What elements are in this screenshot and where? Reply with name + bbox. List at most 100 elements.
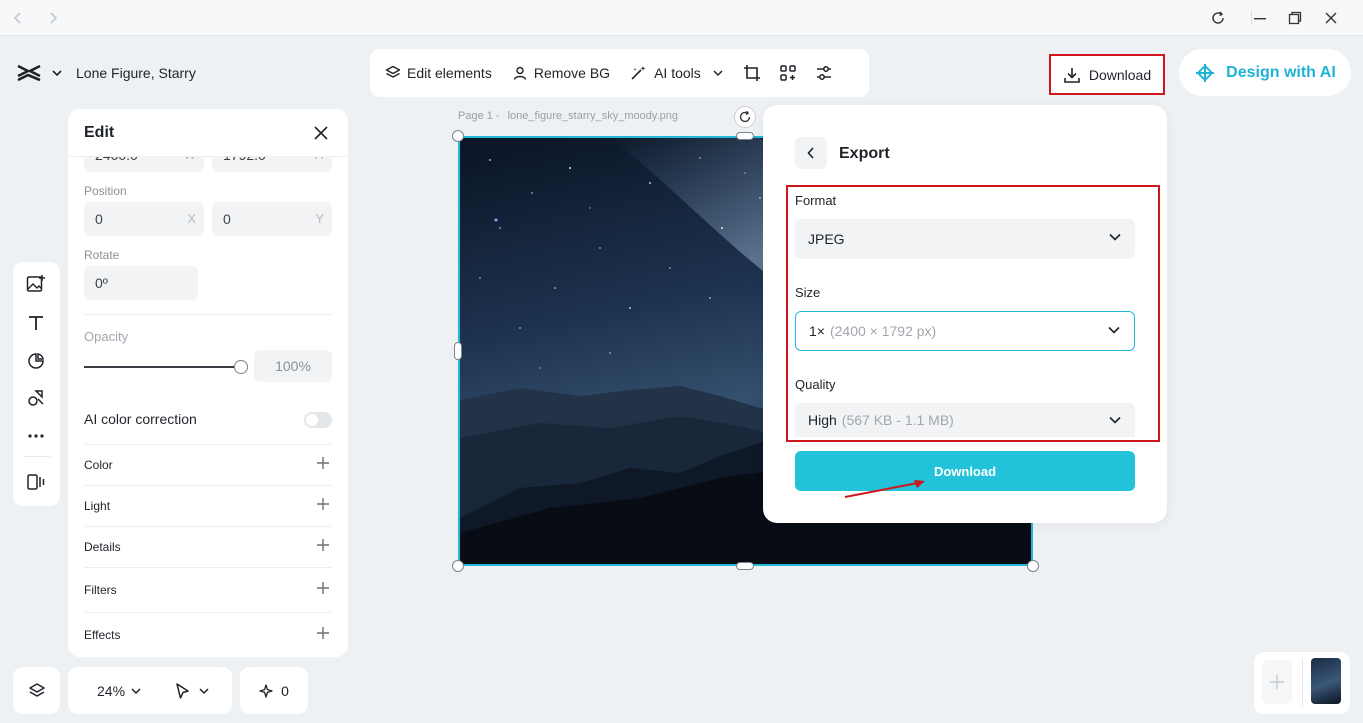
ai-color-correction-label: AI color correction bbox=[84, 411, 197, 427]
size-label: Size bbox=[795, 285, 821, 300]
image-add-icon[interactable] bbox=[25, 273, 47, 295]
back-arrow-icon[interactable] bbox=[8, 8, 28, 28]
filters-section[interactable]: Filters bbox=[84, 583, 117, 597]
export-panel: Export Format JPEG Size 1× (2400 × 1792 … bbox=[763, 105, 1167, 523]
plus-icon[interactable] bbox=[316, 626, 330, 640]
close-icon[interactable] bbox=[312, 124, 330, 142]
color-section[interactable]: Color bbox=[84, 458, 113, 472]
layers-icon bbox=[28, 682, 45, 697]
chevron-down-icon[interactable] bbox=[52, 69, 62, 77]
chevron-left-icon bbox=[807, 147, 814, 159]
left-tool-rail bbox=[13, 262, 60, 506]
elements-shape-icon[interactable] bbox=[25, 350, 47, 372]
pages-panel-icon[interactable] bbox=[25, 471, 47, 493]
layers-icon bbox=[385, 65, 401, 78]
resize-handle-bottom-right[interactable] bbox=[1027, 560, 1039, 572]
opacity-field[interactable]: 100% bbox=[254, 350, 332, 382]
person-icon bbox=[513, 66, 527, 80]
export-title: Export bbox=[839, 145, 890, 162]
opacity-slider-track[interactable] bbox=[84, 366, 240, 368]
restore-icon[interactable] bbox=[1285, 8, 1305, 28]
zoom-level[interactable]: 24% bbox=[97, 683, 125, 699]
design-with-ai-button[interactable]: Design with AI bbox=[1179, 49, 1351, 96]
more-icon[interactable] bbox=[25, 425, 47, 447]
top-toolbar: Edit elements Remove BG AI tools bbox=[370, 49, 869, 97]
sparkle-icon bbox=[259, 683, 273, 698]
chevron-down-icon bbox=[1108, 326, 1120, 334]
chevron-down-icon bbox=[1109, 416, 1121, 424]
forward-arrow-icon[interactable] bbox=[43, 8, 63, 28]
divider bbox=[84, 314, 332, 315]
resize-handle-bottom[interactable] bbox=[736, 562, 754, 570]
thumb-divider bbox=[1302, 658, 1303, 706]
file-name: lone_figure_starry_sky_moody.png bbox=[507, 110, 678, 122]
page-label: Page 1 - lone_figure_starry_sky_moody.png bbox=[458, 110, 678, 122]
pages-thumbnail-panel bbox=[1254, 652, 1350, 714]
pointer-icon[interactable] bbox=[175, 682, 191, 700]
back-button[interactable] bbox=[795, 137, 827, 169]
download-icon bbox=[1064, 67, 1080, 83]
quality-label: Quality bbox=[795, 377, 836, 392]
refresh-icon[interactable] bbox=[1208, 8, 1228, 28]
width-field[interactable]: 2400.0 W bbox=[84, 157, 204, 172]
position-label: Position bbox=[84, 184, 127, 198]
scan-grid-icon[interactable] bbox=[779, 59, 797, 87]
plus-icon[interactable] bbox=[316, 581, 330, 595]
ai-credits-button[interactable]: 0 bbox=[240, 667, 308, 714]
chevron-down-icon[interactable] bbox=[199, 687, 209, 695]
chevron-down-icon[interactable] bbox=[131, 687, 141, 695]
text-icon[interactable] bbox=[25, 312, 47, 334]
chevron-down-icon bbox=[1109, 233, 1121, 241]
capcut-logo-icon bbox=[16, 63, 44, 83]
position-y-field[interactable]: 0 Y bbox=[212, 202, 332, 236]
title-bar bbox=[0, 0, 1363, 36]
format-select[interactable]: JPEG bbox=[795, 219, 1135, 259]
download-button[interactable]: Download bbox=[1049, 54, 1165, 95]
add-page-icon[interactable] bbox=[1262, 660, 1292, 704]
quality-select[interactable]: High (567 KB - 1.1 MB) bbox=[795, 403, 1135, 437]
rail-divider bbox=[23, 456, 50, 457]
size-select[interactable]: 1× (2400 × 1792 px) bbox=[795, 311, 1135, 351]
ai-sparkle-icon bbox=[1196, 63, 1215, 82]
brand-kit-icon[interactable] bbox=[25, 387, 47, 409]
annotation-arrow bbox=[844, 480, 925, 498]
divider bbox=[84, 526, 332, 527]
minimize-icon[interactable] bbox=[1250, 8, 1270, 28]
resize-handle-top-left[interactable] bbox=[452, 130, 464, 142]
rotate-icon[interactable] bbox=[734, 106, 756, 128]
zoom-control: 24% bbox=[68, 667, 232, 714]
close-window-icon[interactable] bbox=[1321, 8, 1341, 28]
details-section[interactable]: Details bbox=[84, 540, 121, 554]
divider bbox=[84, 444, 332, 445]
effects-section[interactable]: Effects bbox=[84, 628, 120, 642]
remove-bg-button[interactable]: Remove BG bbox=[512, 59, 610, 87]
project-menu[interactable]: Lone Figure, Starry bbox=[6, 52, 224, 94]
resize-handle-top[interactable] bbox=[736, 132, 754, 140]
height-field[interactable]: 1792.0 H bbox=[212, 157, 332, 172]
adjust-sliders-icon[interactable] bbox=[815, 59, 833, 87]
divider bbox=[84, 567, 332, 568]
rotate-field[interactable]: 0º bbox=[84, 266, 198, 300]
panel-header-divider bbox=[68, 156, 348, 157]
divider bbox=[84, 485, 332, 486]
plus-icon[interactable] bbox=[316, 456, 330, 470]
ai-tools-button[interactable]: AI tools bbox=[630, 59, 723, 87]
light-section[interactable]: Light bbox=[84, 499, 110, 513]
magic-wand-icon bbox=[631, 66, 646, 80]
position-x-field[interactable]: 0 X bbox=[84, 202, 204, 236]
project-name[interactable]: Lone Figure, Starry bbox=[76, 65, 196, 81]
format-label: Format bbox=[795, 193, 837, 208]
chevron-down-icon bbox=[713, 70, 723, 77]
layers-button[interactable] bbox=[13, 667, 60, 714]
rotate-label: Rotate bbox=[84, 248, 120, 262]
ai-color-toggle[interactable] bbox=[304, 412, 332, 428]
opacity-slider-handle[interactable] bbox=[234, 360, 248, 374]
page-thumbnail[interactable] bbox=[1311, 658, 1341, 704]
resize-handle-bottom-left[interactable] bbox=[452, 560, 464, 572]
opacity-label: Opacity bbox=[84, 329, 129, 344]
crop-icon[interactable] bbox=[743, 59, 761, 87]
plus-icon[interactable] bbox=[316, 538, 330, 552]
edit-elements-button[interactable]: Edit elements bbox=[385, 59, 492, 87]
plus-icon[interactable] bbox=[316, 497, 330, 511]
resize-handle-left[interactable] bbox=[454, 342, 462, 360]
